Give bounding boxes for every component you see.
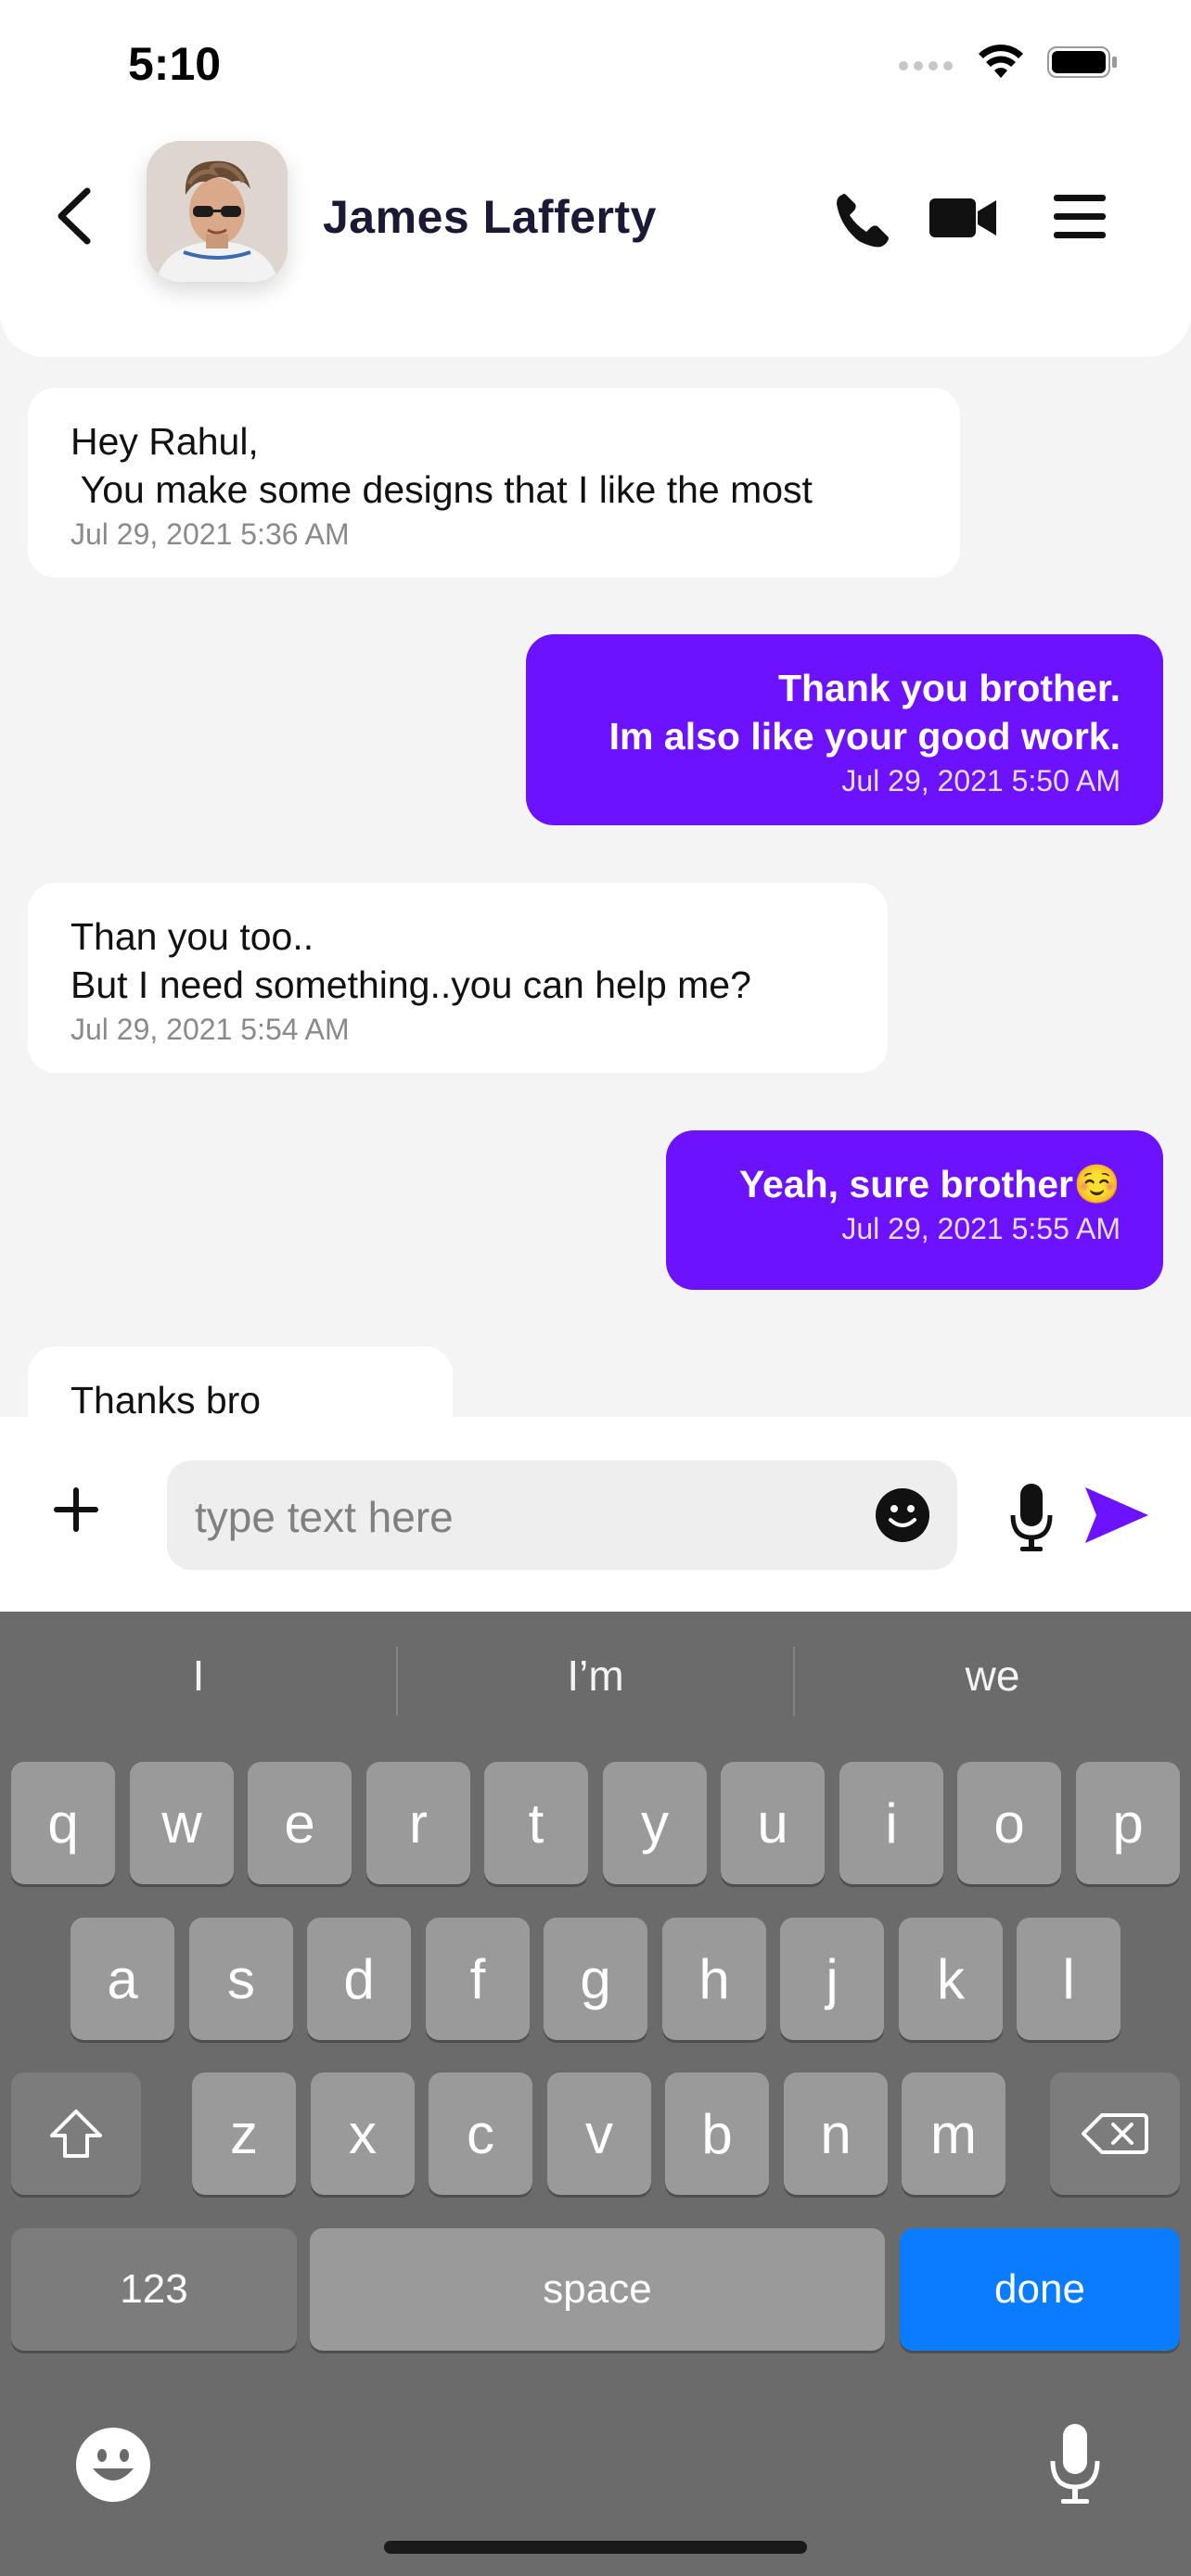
key-m[interactable]: m [902, 2072, 1005, 2195]
contact-name[interactable]: James Lafferty [323, 190, 657, 244]
message-timestamp: Jul 29, 2021 5:54 AM [70, 1013, 350, 1046]
delete-key[interactable] [1050, 2072, 1180, 2195]
key-u[interactable]: u [721, 1762, 825, 1884]
chat-header: 5:10 James Lafferty [0, 0, 1191, 357]
message-text: Yeah, sure brother☺️ [738, 1163, 1121, 1205]
key-s[interactable]: s [189, 1918, 293, 2040]
message-bubble-outgoing[interactable]: Yeah, sure brother☺️ Jul 29, 2021 5:55 A… [666, 1130, 1163, 1290]
message-timestamp: Jul 29, 2021 5:36 AM [70, 517, 350, 551]
home-indicator [384, 2541, 807, 2554]
avatar-photo [147, 141, 288, 282]
contact-avatar[interactable] [147, 141, 288, 282]
status-icons [898, 45, 1119, 80]
shift-key[interactable] [11, 2072, 141, 2195]
status-time: 5:10 [128, 38, 222, 90]
key-i[interactable]: i [839, 1762, 943, 1884]
key-p[interactable]: p [1076, 1762, 1180, 1884]
shift-arrow-icon [50, 2110, 102, 2158]
backspace-icon [1082, 2113, 1148, 2154]
key-a[interactable]: a [70, 1918, 174, 2040]
back-chevron-icon[interactable] [48, 184, 104, 249]
message-timestamp: Jul 29, 2021 5:50 AM [841, 764, 1121, 797]
microphone-icon[interactable] [1009, 1482, 1054, 1552]
menu-icon[interactable] [1052, 193, 1108, 241]
message-text: Thank you brother. Im also like your goo… [608, 667, 1121, 758]
key-g[interactable]: g [544, 1918, 647, 2040]
key-n[interactable]: n [784, 2072, 888, 2195]
signal-icon [899, 61, 953, 70]
dictation-microphone-icon[interactable] [1048, 2422, 1102, 2507]
key-z[interactable]: z [192, 2072, 296, 2195]
key-f[interactable]: f [426, 1918, 530, 2040]
key-h[interactable]: h [662, 1918, 766, 2040]
message-text: Than you too.. But I need something..you… [70, 915, 751, 1006]
key-q[interactable]: q [11, 1762, 115, 1884]
key-o[interactable]: o [957, 1762, 1061, 1884]
key-e[interactable]: e [248, 1762, 352, 1884]
space-key[interactable]: space [310, 2228, 885, 2351]
suggestion-1[interactable]: I [0, 1651, 397, 1701]
key-t[interactable]: t [484, 1762, 588, 1884]
phone-icon[interactable] [833, 189, 894, 250]
key-j[interactable]: j [780, 1918, 884, 2040]
key-k[interactable]: k [899, 1918, 1003, 2040]
message-bubble-incoming[interactable]: Than you too.. But I need something..you… [28, 883, 888, 1073]
message-bubble-incoming[interactable]: Hey Rahul, You make some designs that I … [28, 388, 960, 578]
key-b[interactable]: b [665, 2072, 769, 2195]
suggestion-2[interactable]: I’m [397, 1651, 794, 1701]
message-input[interactable]: type text here [167, 1460, 957, 1570]
key-l[interactable]: l [1017, 1918, 1121, 2040]
done-key[interactable]: done [900, 2228, 1180, 2351]
key-w[interactable]: w [130, 1762, 234, 1884]
key-d[interactable]: d [307, 1918, 411, 2040]
emoji-icon[interactable] [874, 1486, 931, 1544]
battery-icon [1047, 46, 1117, 78]
key-y[interactable]: y [603, 1762, 707, 1884]
on-screen-keyboard: I I’m we q w e r t y u i o p a s d f g h… [0, 1612, 1191, 2576]
video-camera-icon[interactable] [928, 195, 998, 241]
message-bubble-outgoing[interactable]: Thank you brother. Im also like your goo… [526, 634, 1163, 825]
emoji-keyboard-icon[interactable] [74, 2426, 152, 2504]
key-v[interactable]: v [547, 2072, 651, 2195]
suggestion-3[interactable]: we [794, 1651, 1191, 1701]
key-r[interactable]: r [366, 1762, 470, 1884]
wifi-icon [979, 45, 1023, 78]
message-text: Hey Rahul, You make some designs that I … [70, 420, 813, 511]
numbers-key[interactable]: 123 [11, 2228, 297, 2351]
message-input-placeholder: type text here [195, 1493, 454, 1541]
key-c[interactable]: c [429, 2072, 532, 2195]
key-x[interactable]: x [311, 2072, 415, 2195]
message-timestamp: Jul 29, 2021 5:55 AM [841, 1212, 1121, 1245]
send-icon[interactable] [1083, 1486, 1150, 1545]
plus-icon[interactable] [50, 1484, 102, 1536]
